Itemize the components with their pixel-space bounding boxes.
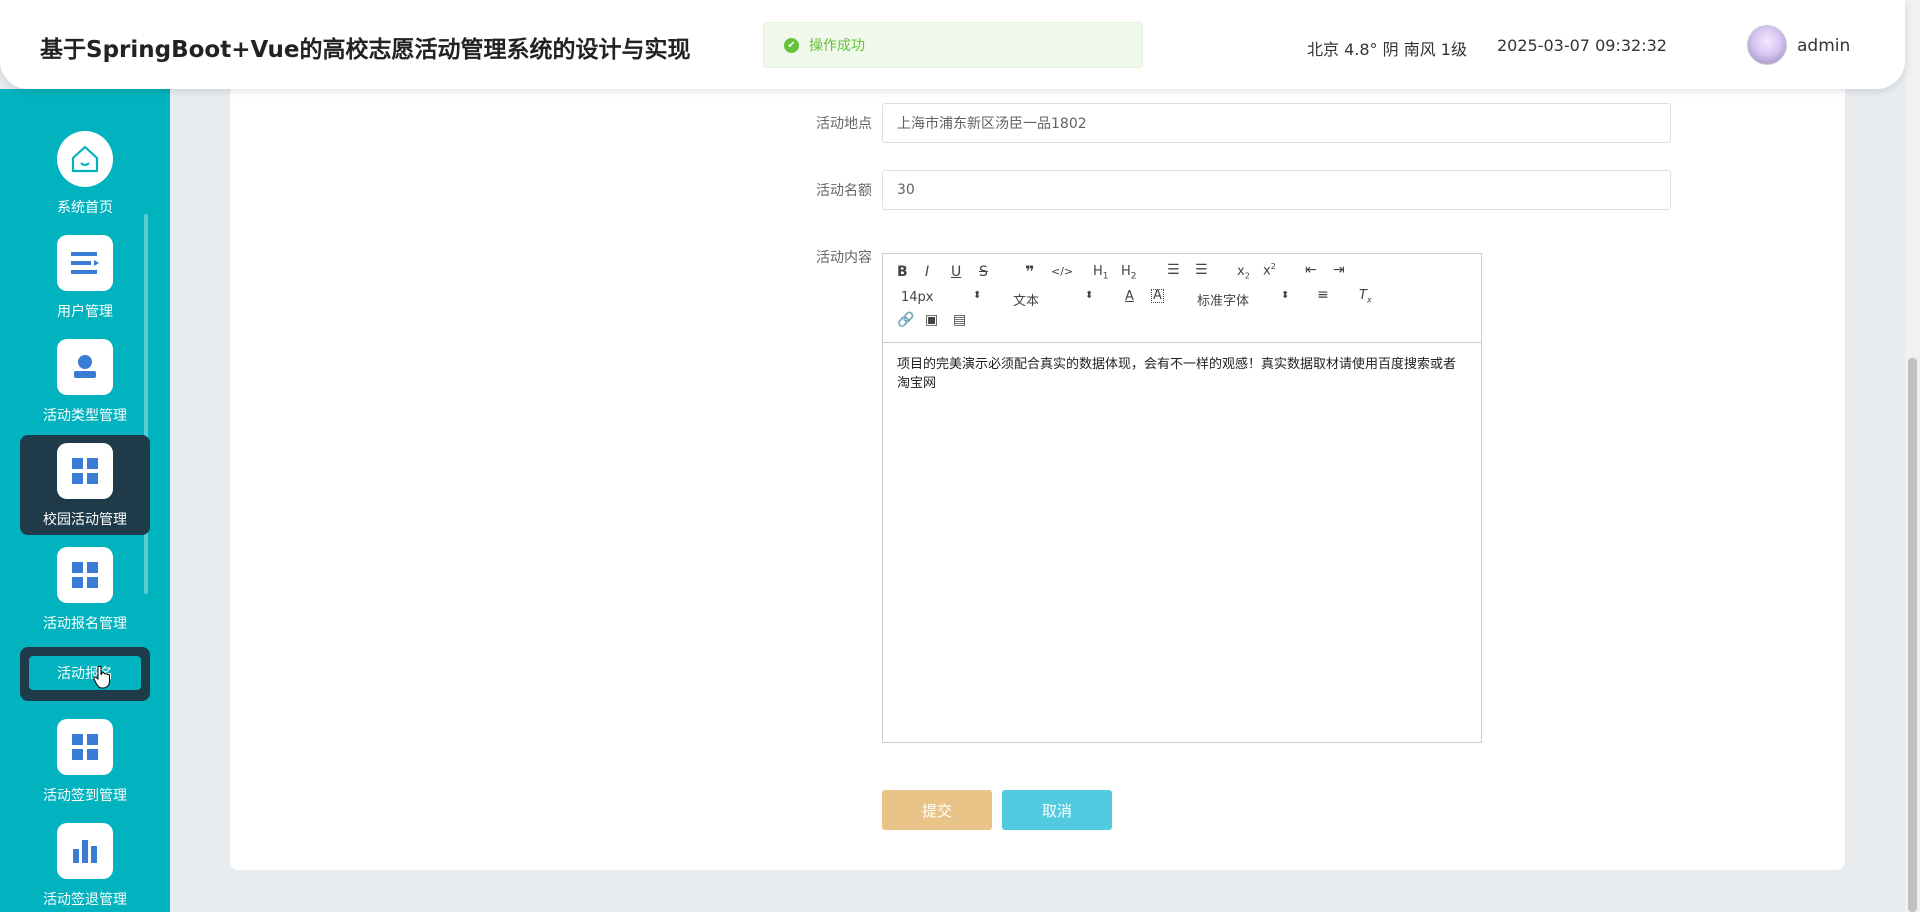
h1-icon[interactable]: H1 — [1093, 264, 1109, 282]
editor-toolbar: B I U S ❞ </> H1 H2 ☰ ☰ x2 x2 ⇤ ⇥ 14px ⬍ … — [883, 254, 1481, 343]
code-icon[interactable]: </> — [1051, 265, 1073, 278]
video-icon[interactable]: ▤ — [953, 312, 966, 328]
top-header: 基于SpringBoot+Vue的高校志愿活动管理系统的设计与实现 ✔ 操作成功… — [0, 0, 1905, 89]
location-input[interactable]: 上海市浦东新区汤臣一品1802 — [882, 103, 1671, 143]
page-scrollbar-thumb[interactable] — [1908, 358, 1917, 912]
select-caret-icon: ⬍ — [1085, 290, 1094, 301]
sidebar-item-label: 活动签退管理 — [43, 892, 127, 908]
hand-cursor-icon — [93, 665, 110, 689]
indent-icon[interactable]: ⇥ — [1333, 262, 1345, 278]
strike-icon[interactable]: S — [979, 264, 988, 280]
toast-message: 操作成功 — [809, 38, 865, 54]
sidebar-item-label: 系统首页 — [57, 200, 113, 216]
superscript-icon[interactable]: x2 — [1263, 262, 1276, 278]
sidebar-item-label: 用户管理 — [57, 304, 113, 320]
italic-icon[interactable]: I — [925, 264, 929, 280]
editor-content[interactable]: 项目的完美演示必须配合真实的数据体现，会有不一样的观感！真实数据取材请使用百度搜… — [883, 343, 1481, 405]
outdent-icon[interactable]: ⇤ — [1305, 262, 1317, 278]
sidebar-item-checkout-management[interactable]: 活动签退管理 — [20, 815, 150, 912]
sidebar-submenu: 活动报名 — [20, 647, 150, 701]
grid-icon — [57, 719, 113, 775]
submit-button[interactable]: 提交 — [882, 790, 992, 830]
background-color-icon[interactable]: A — [1151, 289, 1164, 303]
select-caret-icon: ⬍ — [1281, 290, 1290, 301]
list-icon — [57, 235, 113, 291]
form-panel: 活动地点 上海市浦东新区汤臣一品1802 活动名额 30 活动内容 B I U … — [230, 89, 1845, 870]
bar-chart-icon — [57, 823, 113, 879]
align-icon[interactable]: ≡ — [1317, 287, 1329, 303]
sidebar-item-users[interactable]: 用户管理 — [20, 227, 150, 327]
cancel-button[interactable]: 取消 — [1002, 790, 1112, 830]
sidebar-item-registration-management[interactable]: 活动报名管理 — [20, 539, 150, 639]
bold-icon[interactable]: B — [897, 264, 908, 280]
app-title: 基于SpringBoot+Vue的高校志愿活动管理系统的设计与实现 — [40, 37, 691, 63]
success-toast: ✔ 操作成功 — [763, 22, 1143, 68]
sidebar-item-activity-types[interactable]: 活动类型管理 — [20, 331, 150, 431]
username[interactable]: admin — [1797, 36, 1850, 56]
subscript-icon[interactable]: x2 — [1237, 264, 1250, 281]
h2-icon[interactable]: H2 — [1121, 264, 1137, 282]
check-icon: ✔ — [784, 37, 799, 53]
location-label: 活动地点 — [816, 116, 872, 132]
link-icon[interactable]: 🔗 — [897, 312, 914, 328]
image-icon[interactable]: ▣ — [925, 312, 938, 328]
font-size-select[interactable]: 14px ⬍ — [901, 290, 981, 305]
quota-label: 活动名额 — [816, 183, 872, 199]
sidebar-item-checkin-management[interactable]: 活动签到管理 — [20, 711, 150, 811]
ordered-list-icon[interactable]: ☰ — [1167, 262, 1180, 278]
quota-input[interactable]: 30 — [882, 170, 1671, 210]
home-icon — [57, 131, 113, 187]
header-select[interactable]: 文本 ⬍ — [1013, 290, 1093, 309]
grid-icon — [57, 547, 113, 603]
datetime: 2025-03-07 09:32:32 — [1497, 36, 1667, 55]
sidebar-item-home[interactable]: 系统首页 — [20, 123, 150, 223]
sidebar: 系统首页 用户管理 活动类型管理 校园活动管理 活动报名管理 活动签到管理 活动… — [0, 89, 170, 912]
submenu-item-registration[interactable]: 活动报名 — [29, 656, 141, 690]
clear-format-icon[interactable]: Tx — [1359, 288, 1372, 305]
rich-text-editor: B I U S ❞ </> H1 H2 ☰ ☰ x2 x2 ⇤ ⇥ 14px ⬍ … — [882, 253, 1482, 743]
font-color-icon[interactable]: A — [1125, 289, 1134, 304]
sidebar-item-label: 校园活动管理 — [43, 512, 127, 528]
sidebar-item-label: 活动报名管理 — [43, 616, 127, 632]
sidebar-item-campus-activities[interactable]: 校园活动管理 — [20, 435, 150, 535]
font-family-select[interactable]: 标准字体 ⬍ — [1197, 290, 1291, 309]
select-caret-icon: ⬍ — [973, 290, 982, 301]
sidebar-item-label: 活动类型管理 — [43, 408, 127, 424]
weather-info: 北京 4.8° 阴 南风 1级 — [1307, 40, 1467, 59]
content-label: 活动内容 — [816, 250, 872, 266]
bullet-list-icon[interactable]: ☰ — [1195, 262, 1208, 278]
grid-icon — [57, 443, 113, 499]
user-icon — [57, 339, 113, 395]
underline-icon[interactable]: U — [951, 264, 961, 280]
sidebar-item-label: 活动签到管理 — [43, 788, 127, 804]
avatar[interactable] — [1747, 25, 1787, 65]
blockquote-icon[interactable]: ❞ — [1025, 262, 1034, 281]
